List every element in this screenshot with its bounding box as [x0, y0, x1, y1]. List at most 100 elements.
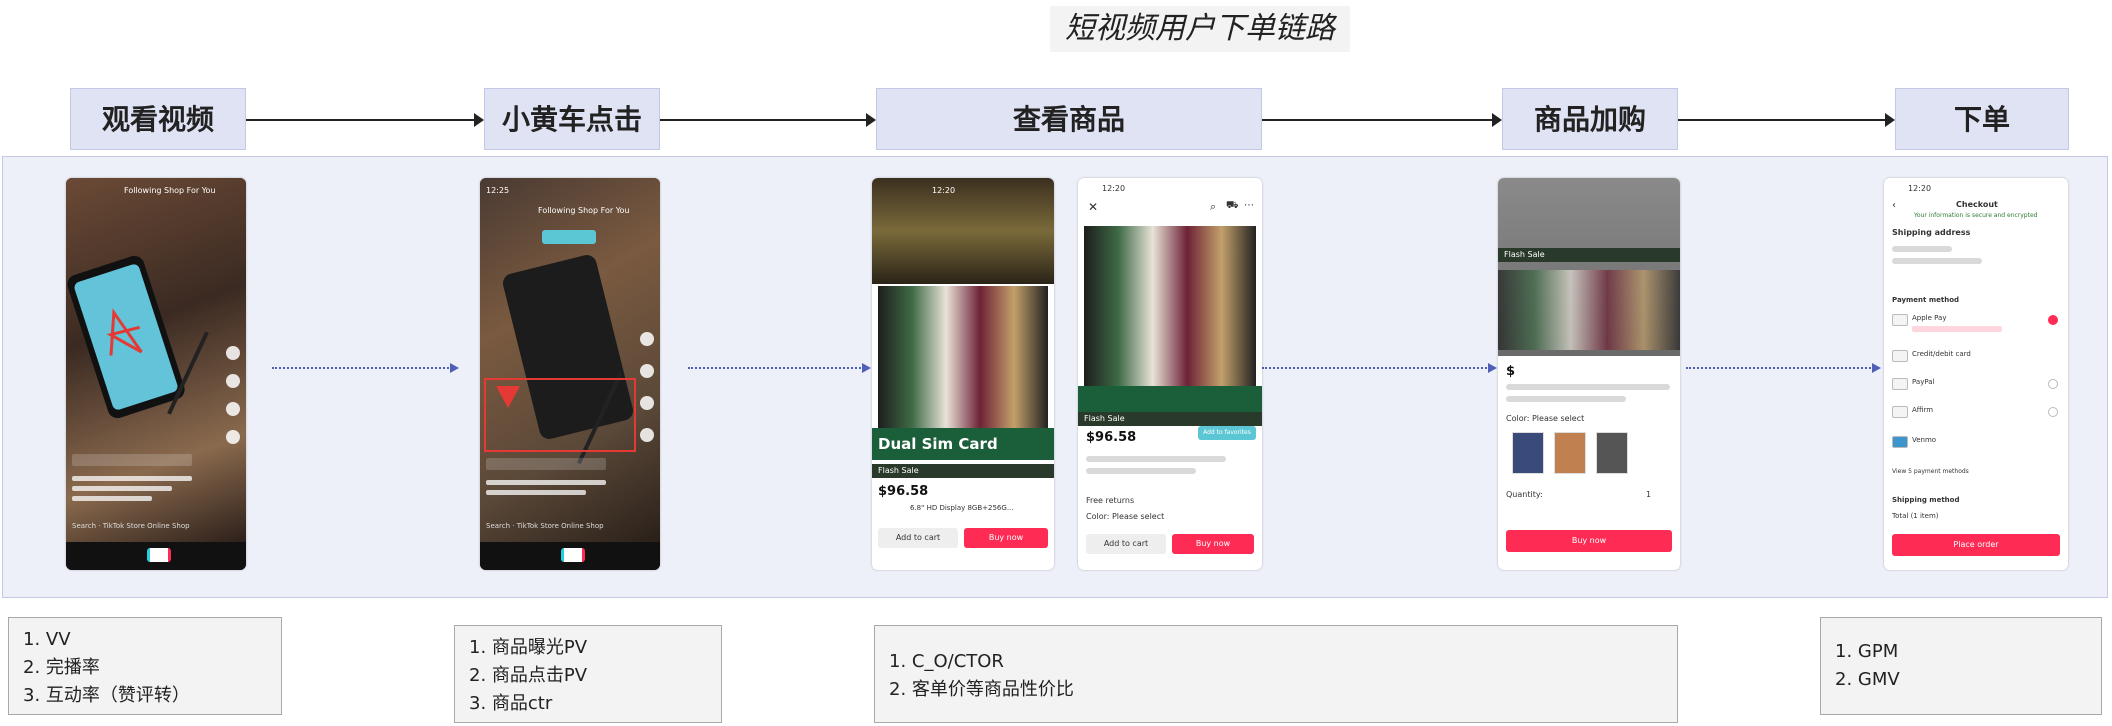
buy-now-button[interactable]: Buy now: [964, 528, 1048, 548]
stage-cart-click: 小黄车点击: [484, 88, 660, 150]
place-order-button[interactable]: Place order: [1892, 534, 2060, 556]
pay-method-apple[interactable]: Apple Pay: [1912, 314, 1947, 322]
pay-method-paypal[interactable]: PayPal: [1912, 378, 1934, 386]
pay-method-affirm[interactable]: Affirm: [1912, 406, 1933, 414]
close-icon[interactable]: ✕: [1088, 200, 1098, 214]
product-desc: 6.8" HD Display 8GB+256G...: [910, 504, 1014, 512]
product-image[interactable]: [1084, 226, 1256, 386]
screen-checkout: 12:20 ‹ Checkout Your information is sec…: [1884, 178, 2068, 570]
like-icon[interactable]: [640, 332, 654, 346]
flash-sale-bar: Flash Sale: [1078, 412, 1262, 426]
radio-affirm[interactable]: [2048, 407, 2058, 417]
yellow-cart-tag[interactable]: [486, 458, 606, 470]
search-bar[interactable]: Search · TikTok Store Online Shop: [72, 522, 190, 530]
cart-icon[interactable]: ⛟: [1226, 200, 1239, 213]
metrics-order: 1. GPM 2. GMV: [1820, 617, 2102, 715]
product-desc-blur: [1086, 456, 1226, 462]
color-option[interactable]: [1596, 432, 1628, 474]
buy-now-button[interactable]: Buy now: [1506, 530, 1672, 552]
add-to-cart-button[interactable]: Add to cart: [878, 528, 958, 548]
metric-item: 1. 商品曝光PV: [469, 637, 588, 658]
feed-tabs: Following Shop For You: [538, 206, 630, 215]
add-to-favorites-button[interactable]: Add to favorites: [1198, 426, 1256, 440]
flow-arrow-2: [688, 363, 871, 373]
color-select[interactable]: Color: Please select: [1086, 512, 1164, 521]
color-option[interactable]: [1512, 432, 1544, 474]
feed-tabs: Following Shop For You: [124, 186, 216, 195]
metric-item: 2. 客单价等商品性价比: [889, 679, 1074, 700]
metric-item: 1. C_O/CTOR: [889, 651, 1004, 672]
address-blur: [1892, 258, 1982, 264]
screen-cart-sheet: Flash Sale $ Color: Please select Quanti…: [1498, 178, 1680, 570]
metrics-watch: 1. VV 2. 完播率 3. 互动率（赞评转）: [8, 617, 282, 715]
payment-method-title: Payment method: [1892, 296, 1960, 304]
status-time: 12:20: [1908, 184, 1932, 193]
caption-line: [72, 486, 172, 491]
create-icon[interactable]: [147, 548, 171, 562]
product-desc-blur: [1506, 396, 1626, 402]
flow-arrow-1: [272, 363, 459, 373]
stage-arrow-4: [1678, 113, 1895, 127]
caption-line: [486, 480, 606, 485]
promo-badge: [1912, 326, 2002, 332]
buy-now-button[interactable]: Buy now: [1172, 534, 1254, 554]
search-icon[interactable]: ⌕: [1210, 200, 1216, 214]
pay-method-venmo[interactable]: Venmo: [1912, 436, 1936, 444]
shipping-method-title: Shipping method: [1892, 496, 1960, 504]
product-popup[interactable]: [542, 230, 596, 244]
like-icon[interactable]: [226, 346, 240, 360]
bookmark-icon[interactable]: [226, 402, 240, 416]
red-pointer-icon: [496, 386, 520, 408]
comment-icon[interactable]: [640, 364, 654, 378]
pay-method-card[interactable]: Credit/debit card: [1912, 350, 1971, 358]
radio-selected[interactable]: [2048, 315, 2058, 325]
apple-pay-icon: [1892, 314, 1908, 326]
secure-note: Your information is secure and encrypted: [1914, 212, 2038, 219]
share-icon[interactable]: [226, 430, 240, 444]
product-price: $96.58: [1086, 430, 1137, 445]
product-desc-blur: [1506, 384, 1670, 390]
screen-product-a: 12:20 Dual Sim Card Flash Sale $96.58 6.…: [872, 178, 1054, 570]
quantity-label: Quantity:: [1506, 490, 1543, 499]
metric-item: 3. 商品ctr: [469, 693, 553, 714]
flow-arrow-3: [1262, 363, 1497, 373]
more-icon[interactable]: ⋯: [1244, 200, 1254, 211]
back-icon[interactable]: ‹: [1892, 200, 1896, 211]
diagram-title: 短视频用户下单链路: [1050, 6, 1350, 52]
bottom-nav: [66, 542, 246, 570]
add-to-cart-button[interactable]: Add to cart: [1086, 534, 1166, 554]
product-banner: Dual Sim Card: [872, 428, 1054, 460]
color-option[interactable]: [1554, 432, 1586, 474]
stage-view-product: 查看商品: [876, 88, 1262, 150]
product-banner: [1078, 386, 1262, 412]
credit-card-icon: [1892, 350, 1908, 362]
create-icon[interactable]: [561, 548, 585, 562]
screenshots-band: [2, 156, 2108, 598]
stage-add-to-cart: 商品加购: [1502, 88, 1678, 150]
caption-line: [486, 490, 586, 495]
address-blur: [1892, 246, 1952, 252]
product-price: $96.58: [878, 484, 929, 499]
view-more-methods[interactable]: View 5 payment methods: [1892, 468, 1969, 475]
bookmark-icon[interactable]: [640, 396, 654, 410]
radio-paypal[interactable]: [2048, 379, 2058, 389]
color-label: Color: Please select: [1506, 414, 1585, 423]
metric-item: 2. 商品点击PV: [469, 665, 588, 686]
stage-watch-video: 观看视频: [70, 88, 246, 150]
comment-icon[interactable]: [226, 374, 240, 388]
venmo-icon: [1892, 436, 1908, 448]
metric-item: 2. 完播率: [23, 657, 100, 678]
metric-item: 1. GPM: [1835, 641, 1899, 662]
screen-video-watch: Following Shop For You Search · TikTok S…: [66, 178, 246, 570]
metric-item: 1. VV: [23, 629, 71, 650]
search-bar[interactable]: Search · TikTok Store Online Shop: [486, 522, 604, 530]
status-time: 12:25: [486, 186, 510, 195]
product-image[interactable]: [878, 286, 1048, 428]
share-icon[interactable]: [640, 428, 654, 442]
free-returns: Free returns: [1086, 496, 1135, 505]
checkout-header: Checkout: [1956, 200, 1998, 209]
quantity-value[interactable]: 1: [1646, 490, 1651, 499]
product-anchor-tag[interactable]: [72, 454, 192, 466]
affirm-icon: [1892, 406, 1908, 418]
stage-place-order: 下单: [1895, 88, 2069, 150]
